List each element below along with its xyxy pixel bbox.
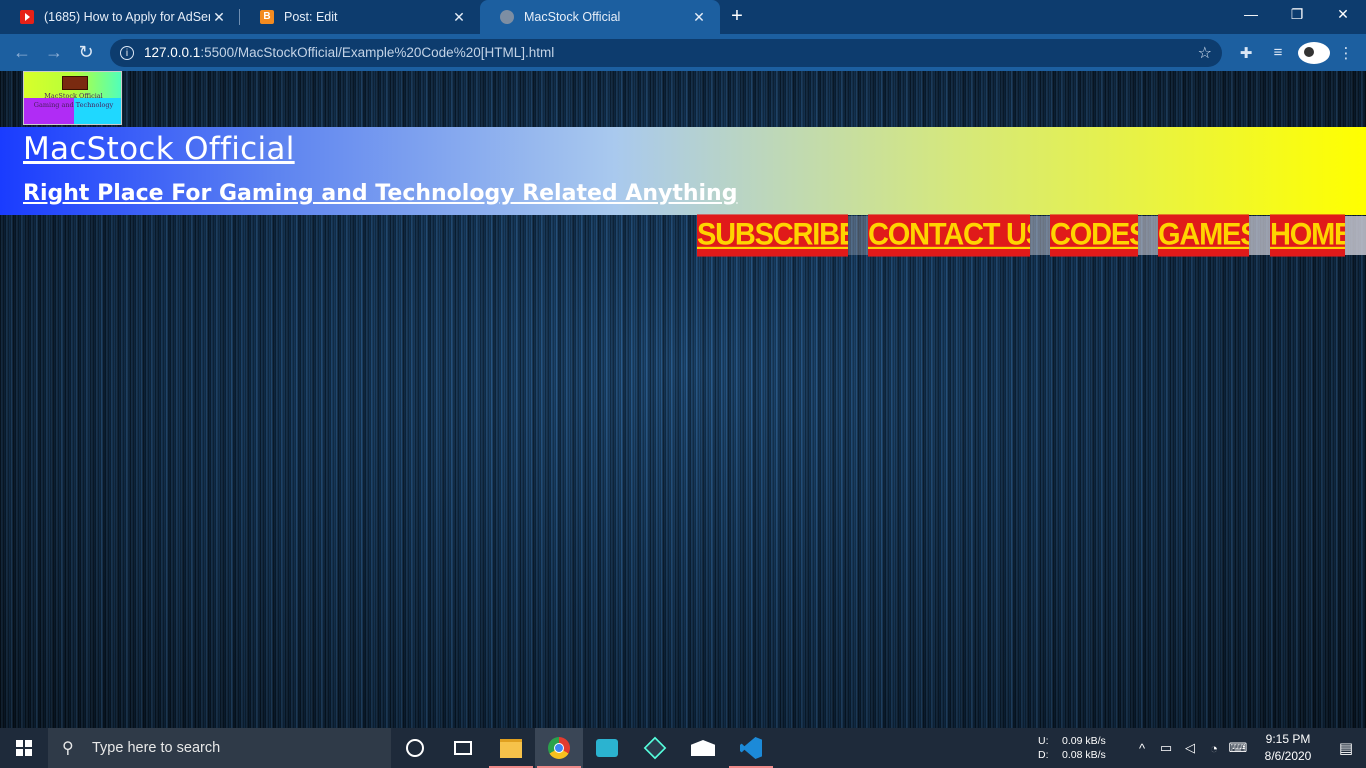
task-view-button[interactable]: [439, 728, 487, 768]
blogger-icon: B: [260, 10, 274, 24]
search-placeholder: Type here to search: [92, 740, 221, 756]
show-hidden-icons-chevron-icon[interactable]: ^: [1130, 741, 1154, 756]
windows-taskbar: ⚲ Type here to search U: 0.09 kB/s D: 0.…: [0, 728, 1366, 768]
browser-tab-macstock[interactable]: MacStock Official ✕: [480, 0, 720, 34]
tab-title: MacStock Official: [524, 10, 621, 24]
close-window-button[interactable]: ✕: [1320, 0, 1366, 30]
cortana-circle-icon: [406, 739, 424, 757]
forward-arrow-icon[interactable]: →: [38, 42, 70, 63]
main-nav: SUBSCRIBE CONTACT US CODES GAMES HOME: [697, 214, 1366, 257]
extensions-puzzle-icon[interactable]: ✚: [1230, 44, 1262, 62]
browser-tab-blogger[interactable]: B Post: Edit ✕: [240, 0, 480, 34]
page-title[interactable]: MacStock Official: [23, 131, 295, 167]
minimize-button[interactable]: —: [1228, 0, 1274, 30]
logo-subtext: Gaming and Technology: [33, 101, 114, 109]
page-subtitle[interactable]: Right Place For Gaming and Technology Re…: [23, 181, 737, 206]
remote-desktop-button[interactable]: [583, 728, 631, 768]
menu-kebab-icon[interactable]: ⋮: [1330, 44, 1362, 62]
nav-codes[interactable]: CODES: [1050, 214, 1138, 257]
filmora-icon: [643, 736, 667, 760]
network-speed-meter: U: 0.09 kB/s D: 0.08 kB/s: [1038, 735, 1122, 762]
search-icon: ⚲: [62, 740, 74, 757]
windows-logo-icon: [16, 740, 32, 756]
profile-avatar[interactable]: [1298, 41, 1330, 64]
nav-subscribe[interactable]: SUBSCRIBE: [697, 214, 848, 257]
upload-label: U:: [1038, 734, 1049, 747]
cortana-button[interactable]: [391, 728, 439, 768]
taskbar-clock[interactable]: 9:15 PM 8/6/2020: [1256, 731, 1320, 765]
close-tab-icon[interactable]: ✕: [690, 9, 708, 26]
clock-date: 8/6/2020: [1264, 749, 1312, 763]
start-button[interactable]: [0, 728, 48, 768]
chrome-icon: [548, 737, 570, 759]
filmora-button[interactable]: [631, 728, 679, 768]
notifications-icon[interactable]: ▤: [1326, 739, 1366, 757]
system-tray: U: 0.09 kB/s D: 0.08 kB/s ^ ▭ ◁ ◔ ⌨ 9:15…: [1038, 728, 1366, 768]
tab-title: (1685) How to Apply for AdSense: [44, 10, 210, 24]
folder-icon: [500, 738, 522, 758]
toolbar-actions: ✚ ≡ ⋮: [1230, 41, 1362, 64]
clock-time: 9:15 PM: [1265, 732, 1311, 746]
url-text[interactable]: 127.0.0.1:5500/MacStockOfficial/Example%…: [144, 45, 1198, 60]
restore-button[interactable]: ❐: [1274, 0, 1320, 30]
reload-icon[interactable]: ↻: [70, 42, 102, 63]
file-explorer-button[interactable]: [487, 728, 535, 768]
address-bar[interactable]: i 127.0.0.1:5500/MacStockOfficial/Exampl…: [110, 38, 1222, 67]
globe-icon: [500, 10, 514, 24]
wifi-icon[interactable]: ◔: [1202, 741, 1226, 756]
battery-icon[interactable]: ▭: [1154, 740, 1178, 756]
nav-home[interactable]: HOME: [1270, 214, 1345, 257]
logo-emblem-icon: [62, 76, 88, 90]
new-tab-button[interactable]: +: [720, 0, 754, 34]
mail-button[interactable]: [679, 728, 727, 768]
vscode-icon: [740, 737, 762, 759]
volume-icon[interactable]: ◁: [1178, 740, 1202, 756]
media-queue-icon[interactable]: ≡: [1262, 44, 1294, 61]
vscode-button[interactable]: [727, 728, 775, 768]
upload-value: 0.09 kB/s: [1062, 734, 1106, 747]
browser-tab-strip: (1685) How to Apply for AdSense ✕ B Post…: [0, 0, 1366, 34]
remote-desktop-icon: [596, 739, 618, 757]
bookmark-star-icon[interactable]: ☆: [1198, 43, 1212, 63]
logo-text: MacStock Official: [44, 92, 103, 100]
page-viewport: MacStock Official Gaming and Technology …: [0, 71, 1366, 728]
mail-icon: [691, 740, 715, 756]
download-label: D:: [1038, 748, 1049, 761]
chrome-button[interactable]: [535, 728, 583, 768]
tab-title: Post: Edit: [284, 10, 338, 24]
site-info-icon[interactable]: i: [120, 45, 134, 60]
youtube-icon: [20, 10, 34, 24]
url-host: 127.0.0.1: [144, 45, 201, 60]
browser-tab-youtube[interactable]: (1685) How to Apply for AdSense ✕: [0, 0, 240, 34]
site-logo: MacStock Official Gaming and Technology: [23, 71, 122, 125]
back-arrow-icon[interactable]: ←: [6, 42, 38, 63]
taskbar-search-box[interactable]: ⚲ Type here to search: [48, 728, 391, 768]
close-tab-icon[interactable]: ✕: [450, 9, 468, 26]
browser-toolbar: ← → ↻ i 127.0.0.1:5500/MacStockOfficial/…: [0, 34, 1366, 71]
url-path: :5500/MacStockOfficial/Example%20Code%20…: [200, 45, 555, 60]
close-tab-icon[interactable]: ✕: [210, 9, 228, 26]
keyboard-icon[interactable]: ⌨: [1226, 740, 1250, 756]
download-value: 0.08 kB/s: [1062, 748, 1106, 761]
window-controls: — ❐ ✕: [1228, 0, 1366, 30]
nav-games[interactable]: GAMES: [1158, 214, 1249, 257]
nav-contact-us[interactable]: CONTACT US: [868, 214, 1030, 257]
task-view-icon: [454, 741, 472, 755]
